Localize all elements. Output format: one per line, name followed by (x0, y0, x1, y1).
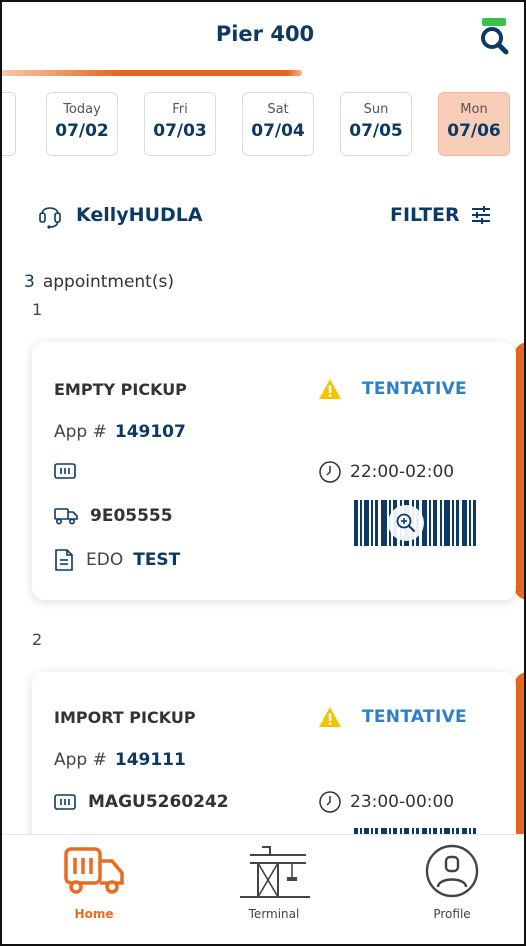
appointment-index: 2 (32, 630, 43, 649)
truck-icon (64, 847, 124, 894)
date-tab-0[interactable]: Today 07/02 (46, 92, 118, 156)
time-window: 22:00-02:00 (318, 460, 454, 484)
status-badge: TENTATIVE (318, 378, 467, 400)
date-tab-4-selected[interactable]: Mon 07/06 (438, 92, 510, 156)
filter-label: FILTER (390, 204, 460, 226)
date-tab-1[interactable]: Fri 07/03 (144, 92, 216, 156)
nav-home[interactable]: Home (34, 843, 154, 921)
truck-icon (54, 508, 78, 525)
app-number-label: App # (54, 422, 107, 442)
date-tab-day: Mon (460, 102, 488, 117)
container-icon (54, 794, 76, 810)
truck-row: 9E05555 (54, 506, 173, 526)
nav-profile[interactable]: Profile (392, 843, 512, 921)
app-number-label: App # (54, 750, 107, 770)
filter-button[interactable]: FILTER (390, 200, 492, 230)
nav-home-label: Home (74, 907, 114, 921)
date-tab-day: Sat (267, 102, 289, 117)
headset-icon (39, 207, 61, 229)
app-number: 149111 (114, 750, 186, 770)
time-window: 23:00-00:00 (318, 790, 454, 814)
warning-icon (319, 707, 341, 727)
appointment-card-1[interactable]: EMPTY PICKUP TENTATIVE App # 149107 22:00… (32, 342, 516, 600)
appointment-count-label: appointment(s) (42, 272, 174, 292)
status-indicator (482, 18, 506, 26)
date-strip[interactable]: Today 07/02 Fri 07/03 Sat 07/04 Sun 07/0… (2, 90, 524, 160)
zoom-button[interactable] (388, 505, 424, 541)
bottom-nav: Home Terminal Profile (2, 834, 524, 944)
appointment-type: EMPTY PICKUP (54, 380, 187, 399)
date-tab-date: 07/04 (251, 121, 305, 141)
app-number-row: App # 149111 (54, 750, 186, 770)
search-button[interactable] (478, 16, 512, 56)
appointment-count: 3 appointment(s) (24, 272, 174, 292)
progress-underline (2, 70, 302, 76)
header: Pier 400 (2, 2, 524, 76)
app-number: 149107 (114, 422, 186, 442)
date-tab-date: 07/05 (349, 121, 403, 141)
date-tab-day: Sun (363, 102, 389, 117)
app-number-row: App # 149107 (54, 422, 186, 442)
date-tab-day: Fri (172, 102, 188, 117)
date-tab-3[interactable]: Sun 07/05 (340, 92, 412, 156)
page-title: Pier 400 (215, 22, 315, 46)
user-selector[interactable]: KellyHUDLA (38, 200, 203, 230)
nav-terminal[interactable]: Terminal (214, 843, 334, 921)
barcode-image[interactable] (354, 500, 476, 546)
status-badge: TENTATIVE (318, 706, 467, 728)
crane-icon (240, 846, 310, 898)
container-number: MAGU5260242 (88, 792, 229, 812)
truck-number: 9E05555 (90, 506, 173, 526)
time-window-text: 22:00-02:00 (350, 462, 455, 482)
warning-icon (319, 379, 341, 399)
document-type: EDO (86, 550, 124, 570)
document-value: TEST (133, 550, 181, 570)
date-tab-day: Today (63, 102, 101, 117)
user-name: KellyHUDLA (76, 204, 203, 226)
appointment-type: IMPORT PICKUP (54, 708, 196, 727)
container-row: MAGU5260242 (54, 792, 229, 812)
container-row (54, 462, 88, 480)
document-row: EDO TEST (54, 548, 180, 572)
appointment-count-number: 3 (24, 272, 35, 292)
date-tab-2[interactable]: Sat 07/04 (242, 92, 314, 156)
date-tab-previous[interactable] (2, 92, 16, 156)
sliders-icon (471, 206, 490, 224)
document-icon (55, 549, 73, 571)
status-text: TENTATIVE (362, 707, 467, 727)
time-window-text: 23:00-00:00 (350, 792, 455, 812)
status-text: TENTATIVE (362, 379, 467, 399)
container-icon (54, 463, 76, 479)
nav-profile-label: Profile (433, 907, 471, 921)
zoom-in-icon (396, 513, 415, 532)
clock-icon (319, 461, 341, 483)
nav-terminal-label: Terminal (248, 907, 300, 921)
clock-icon (319, 791, 341, 813)
profile-icon (425, 844, 479, 898)
date-tab-date: 07/03 (153, 121, 207, 141)
date-tab-date: 07/02 (55, 121, 109, 141)
app-frame: Pier 400 Today 07/02 Fri 07/03 Sat 07/04… (0, 0, 526, 946)
appointment-index: 1 (32, 300, 43, 319)
date-tab-date: 07/06 (447, 121, 501, 141)
